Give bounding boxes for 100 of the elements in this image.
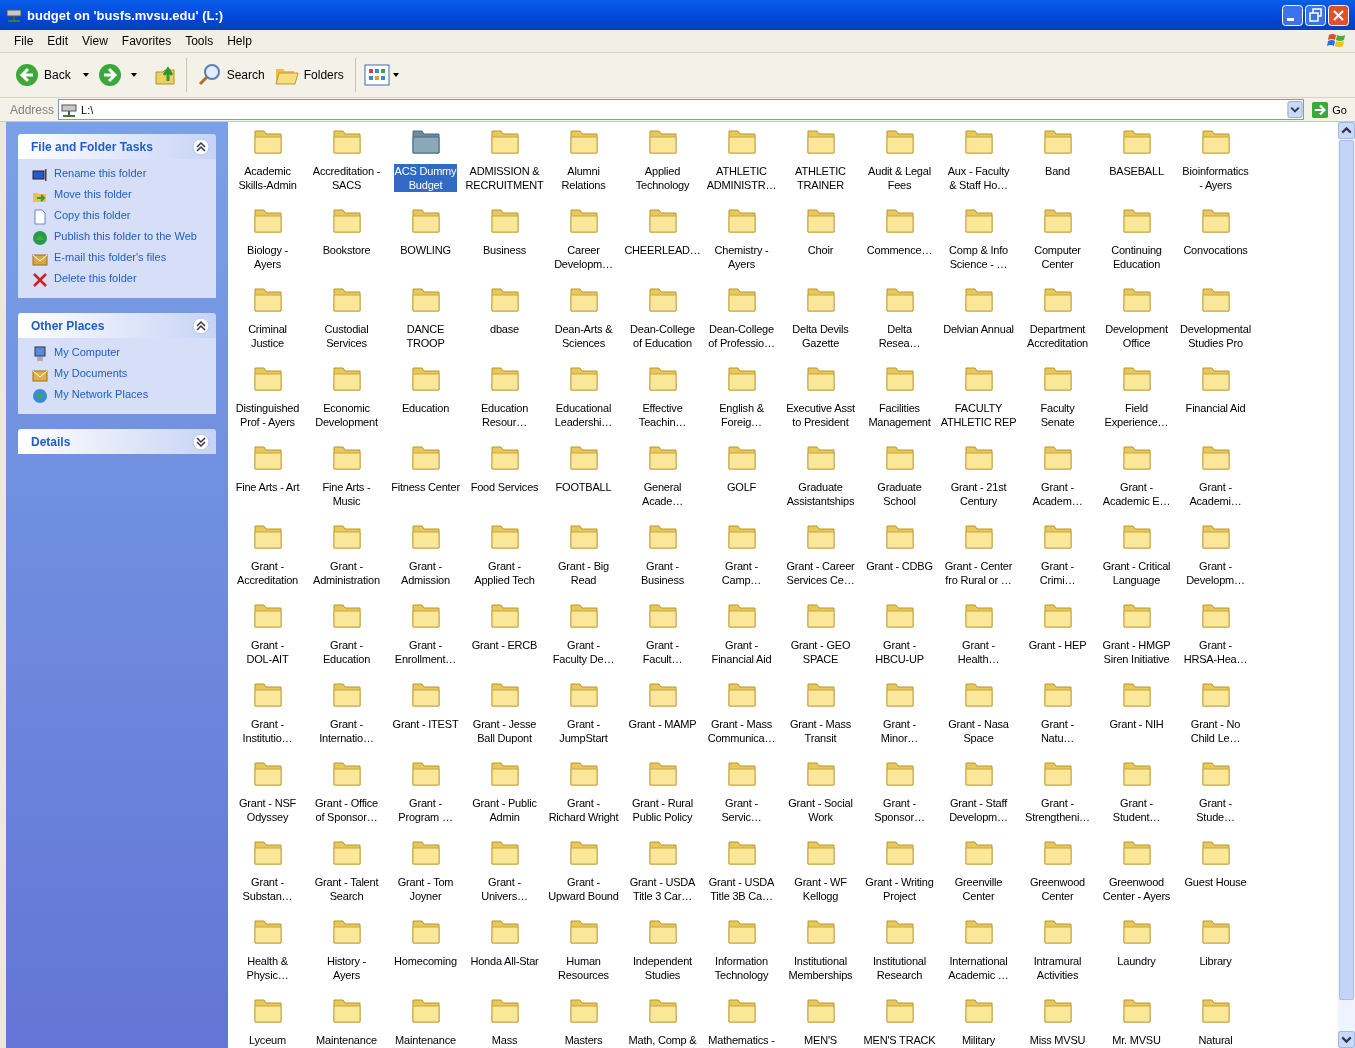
- folder-name[interactable]: Grant - Upward Bound: [547, 875, 620, 903]
- folder-name[interactable]: Mr. MVSU: [1111, 1033, 1162, 1047]
- folder-name[interactable]: ACS Dummy Budget: [393, 164, 458, 192]
- folder-name[interactable]: Grant - HMGP Siren Initiative: [1101, 638, 1172, 666]
- folder-name[interactable]: Military: [960, 1033, 997, 1047]
- folder-name[interactable]: Graduate Assistantships: [785, 480, 856, 508]
- folder-name[interactable]: Grant - Sponsor…: [873, 796, 926, 824]
- folder-name[interactable]: Grant - Student…: [1111, 796, 1162, 824]
- menu-item[interactable]: File: [8, 34, 40, 48]
- folder-name[interactable]: CHEERLEAD…: [623, 243, 702, 257]
- folder-name[interactable]: dbase: [489, 322, 520, 336]
- folder-name[interactable]: Grant - Education: [321, 638, 372, 666]
- close-icon[interactable]: [1328, 4, 1349, 26]
- panel-title[interactable]: Other Places: [31, 318, 105, 333]
- caret-icon[interactable]: [82, 73, 89, 77]
- folder-name[interactable]: Greenville Center: [953, 875, 1004, 903]
- folder-name[interactable]: DANCE TROOP: [405, 322, 446, 350]
- task-link[interactable]: Rename this folder: [54, 167, 147, 180]
- caret-icon[interactable]: [130, 73, 137, 77]
- folder-name[interactable]: Homecoming: [393, 954, 458, 968]
- folder-name[interactable]: Grant - MAMP: [627, 717, 698, 731]
- folder-name[interactable]: Math, Comp &: [627, 1033, 698, 1047]
- folder-name[interactable]: Grant - DOL-AIT: [245, 638, 290, 666]
- menu-item[interactable]: Edit: [41, 34, 75, 48]
- folder-name[interactable]: Mass: [490, 1033, 519, 1047]
- folder-name[interactable]: Chemistry - Ayers: [713, 243, 770, 271]
- folder-name[interactable]: Grant - HEP: [1027, 638, 1088, 652]
- folder-name[interactable]: Grant - HRSA-Hea…: [1182, 638, 1249, 666]
- folder-name[interactable]: Grant - USDA Title 3B Ca…: [707, 875, 776, 903]
- folder-name[interactable]: Accreditation - SACS: [311, 164, 382, 192]
- folder-name[interactable]: Grant - Stude…: [1195, 796, 1236, 824]
- folder-name[interactable]: Grant - Academ…: [1031, 480, 1084, 508]
- folder-name[interactable]: Mathematics -: [707, 1033, 776, 1047]
- folder-name[interactable]: Guest House: [1183, 875, 1248, 889]
- folder-name[interactable]: Continuing Education: [1110, 243, 1163, 271]
- folder-name[interactable]: Applied Technology: [634, 164, 691, 192]
- folder-name[interactable]: MEN'S: [803, 1033, 838, 1047]
- folder-name[interactable]: Grant - Enrollment…: [393, 638, 458, 666]
- folder-name[interactable]: ATHLETIC TRAINER: [794, 164, 847, 192]
- folder-name[interactable]: Grant - Administration: [312, 559, 381, 587]
- folder-name[interactable]: Fitness Center: [390, 480, 461, 494]
- folder-name[interactable]: Band: [1044, 164, 1071, 178]
- folder-name[interactable]: Grant - Staff Developm…: [948, 796, 1009, 824]
- folder-name[interactable]: Grant - Facult…: [641, 638, 684, 666]
- folder-name[interactable]: Grant - 21st Century: [949, 480, 1008, 508]
- folder-name[interactable]: Convocations: [1182, 243, 1249, 257]
- folder-name[interactable]: Grant - Health…: [956, 638, 1001, 666]
- collapse-icon[interactable]: [192, 316, 210, 335]
- folder-name[interactable]: Grant - CDBG: [865, 559, 934, 573]
- folder-name[interactable]: Career Developm…: [553, 243, 614, 271]
- folder-name[interactable]: Graduate School: [876, 480, 923, 508]
- menu-item[interactable]: View: [76, 34, 114, 48]
- task-link[interactable]: Copy this folder: [54, 209, 131, 222]
- folder-name[interactable]: Grant - Center fro Rural or …: [943, 559, 1014, 587]
- folder-name[interactable]: Grant - Business: [639, 559, 685, 587]
- folder-name[interactable]: Grant - Talent Search: [313, 875, 380, 903]
- folder-name[interactable]: Distinguished Prof - Ayers: [234, 401, 301, 429]
- menu-item[interactable]: Help: [221, 34, 258, 48]
- folder-name[interactable]: Delvian Annual: [942, 322, 1015, 336]
- folder-name[interactable]: Delta Resea…: [877, 322, 922, 350]
- folder-name[interactable]: Commence…: [865, 243, 934, 257]
- folder-name[interactable]: Grant - Program …: [397, 796, 454, 824]
- folder-name[interactable]: FACULTY ATHLETIC REP: [939, 401, 1018, 429]
- go-button[interactable]: Go: [1308, 101, 1351, 118]
- folder-name[interactable]: BASEBALL: [1108, 164, 1165, 178]
- folder-name[interactable]: Comp & Info Science - …: [948, 243, 1009, 271]
- folder-name[interactable]: Grant - JumpStart: [558, 717, 609, 745]
- folder-name[interactable]: Grant - Internatio…: [318, 717, 375, 745]
- folder-name[interactable]: Grant - HBCU-UP: [874, 638, 925, 666]
- folder-name[interactable]: Grant - Rural Public Policy: [631, 796, 694, 824]
- folder-name[interactable]: Grant - Servic…: [720, 796, 763, 824]
- folder-name[interactable]: BOWLING: [399, 243, 452, 257]
- folder-name[interactable]: Effective Teachin…: [637, 401, 688, 429]
- folder-name[interactable]: Grant - Natu…: [1039, 717, 1076, 745]
- folder-name[interactable]: Economic Development: [314, 401, 379, 429]
- folder-name[interactable]: Maintenance: [394, 1033, 457, 1047]
- folder-name[interactable]: Bookstore: [321, 243, 372, 257]
- folder-name[interactable]: Grant - Minor…: [879, 717, 920, 745]
- folder-name[interactable]: Fine Arts - Music: [321, 480, 372, 508]
- folder-name[interactable]: Grant - ITEST: [391, 717, 460, 731]
- expand-icon[interactable]: [192, 432, 210, 451]
- folder-name[interactable]: Laundry: [1116, 954, 1157, 968]
- folder-name[interactable]: ATHLETIC ADMINISTR…: [705, 164, 778, 192]
- folder-name[interactable]: Health & Physic…: [245, 954, 290, 982]
- folder-name[interactable]: Grant - Academi…: [1188, 480, 1243, 508]
- folder-name[interactable]: Grant - Jesse Ball Dupont: [471, 717, 538, 745]
- folder-name[interactable]: Grant - Tom Joyner: [396, 875, 455, 903]
- folder-name[interactable]: History - Ayers: [325, 954, 368, 982]
- folder-name[interactable]: Developmental Studies Pro: [1179, 322, 1252, 350]
- views-icon[interactable]: [363, 64, 400, 86]
- folder-name[interactable]: Grant - Camp…: [720, 559, 763, 587]
- address-field[interactable]: L:\: [58, 99, 1305, 120]
- folder-name[interactable]: Criminal Justice: [247, 322, 288, 350]
- folder-name[interactable]: Grant - Substan…: [241, 875, 294, 903]
- search-button[interactable]: Search: [194, 61, 268, 89]
- folder-name[interactable]: Grant - WF Kellogg: [793, 875, 848, 903]
- task-link[interactable]: Publish this folder to the Web: [54, 230, 197, 243]
- folder-name[interactable]: MEN'S TRACK: [862, 1033, 937, 1047]
- folder-name[interactable]: Greenwood Center - Ayers: [1101, 875, 1172, 903]
- folder-name[interactable]: Grant - Career Services Ce…: [785, 559, 856, 587]
